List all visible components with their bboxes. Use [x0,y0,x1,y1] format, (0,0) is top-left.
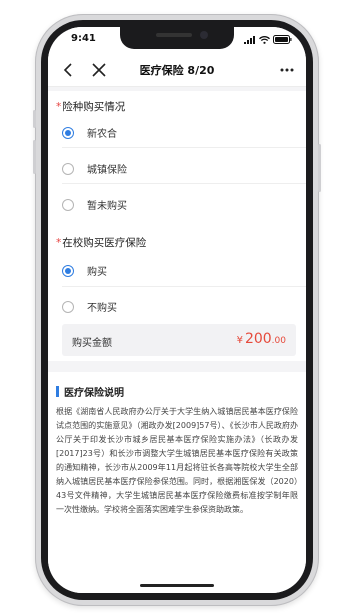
divider [62,286,306,287]
question-title: *险种购买情况 [56,99,125,114]
section-title-text: 医疗保险说明 [64,388,124,399]
more-icon[interactable] [278,61,296,79]
question-card-insurance-type: *险种购买情况 新农合 城镇保险 暂未购买 [48,91,306,248]
amount-integer: 200 [244,331,272,347]
signal-icon [244,35,255,44]
radio-unchecked[interactable] [62,300,74,313]
option-not-purchased[interactable]: 暂未购买 [62,197,127,212]
required-mark: * [56,237,62,249]
status-icons [244,35,292,44]
amount-label: 购买金额 [72,338,112,349]
amount-decimal: .00 [271,336,286,346]
question-title-text: 在校购买医疗保险 [62,237,147,249]
wifi-icon [259,35,270,44]
option-label: 购买 [87,267,107,278]
divider [62,147,306,148]
front-camera [200,31,208,39]
side-button-right [318,144,321,192]
accent-bar [56,386,59,397]
section-title: 医疗保险说明 [56,384,124,399]
explanation-text: 根据《湖南省人民政府办公厅关于大学生纳入城镇居民基本医疗保险试点范围的实施意见》… [56,407,298,514]
option-no-purchase[interactable]: 不购买 [62,299,117,314]
option-label: 暂未购买 [87,201,127,212]
phone-screen: 9:41 医疗保险 8/20 *险种购买情况 新农合 城镇保险 暂未购买 *在校… [48,27,306,593]
explanation-card: 医疗保险说明 根据《湖南省人民政府办公厅关于大学生纳入城镇居民基本医疗保险试点范… [48,372,306,593]
option-xinnonghe[interactable]: 新农合 [62,125,117,140]
option-label: 新农合 [87,129,117,140]
question-card-campus-insurance: *在校购买医疗保险 购买 不购买 购买金额 ¥200.00 [48,227,306,361]
amount-value: ¥200.00 [237,331,286,347]
radio-unchecked[interactable] [62,198,74,211]
currency-symbol: ¥ [236,335,243,346]
option-urban-insurance[interactable]: 城镇保险 [62,161,127,176]
question-title: *在校购买医疗保险 [56,235,146,250]
page-title: 医疗保险 8/20 [139,64,215,77]
phone-notch [120,27,234,49]
status-time: 9:41 [71,33,96,44]
question-title-text: 险种购买情况 [62,101,126,113]
option-label: 不购买 [87,303,117,314]
side-button-left [33,140,36,174]
radio-unchecked[interactable] [62,162,74,175]
speaker-grille [156,33,192,37]
home-indicator [140,584,214,587]
side-button-left [33,110,36,128]
divider [62,183,306,184]
option-purchase[interactable]: 购买 [62,263,107,278]
radio-checked[interactable] [62,126,74,139]
purchase-amount-box: 购买金额 ¥200.00 [62,324,296,356]
battery-icon [273,35,292,44]
required-mark: * [56,101,62,113]
option-label: 城镇保险 [87,165,127,176]
radio-checked[interactable] [62,264,74,277]
nav-bar: 医疗保险 8/20 [48,53,306,87]
